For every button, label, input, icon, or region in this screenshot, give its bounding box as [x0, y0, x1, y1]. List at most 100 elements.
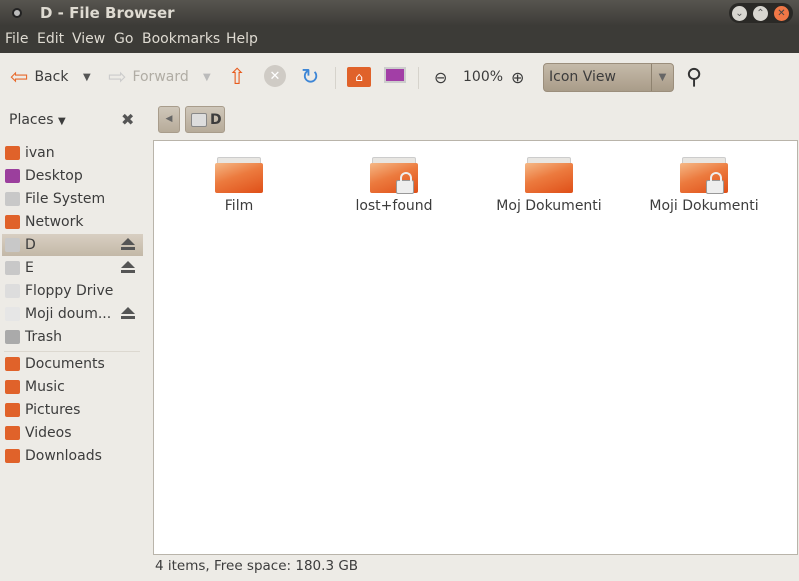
- forward-button[interactable]: ⇨ Forward: [108, 64, 189, 90]
- up-icon[interactable]: ⇧: [228, 65, 246, 90]
- sidebar-item[interactable]: File System: [2, 188, 143, 210]
- sidebar-item[interactable]: Desktop: [2, 165, 143, 187]
- view-mode-value: Icon View: [549, 69, 616, 85]
- menu-file[interactable]: File: [5, 31, 28, 47]
- places-dropdown[interactable]: Places ▼: [9, 112, 66, 128]
- eject-icon[interactable]: [121, 238, 135, 251]
- menu-view[interactable]: View: [72, 31, 105, 47]
- folder-name: lost+found: [355, 198, 433, 214]
- zoom-out-icon[interactable]: ⊖: [434, 65, 447, 89]
- folder-name: Moj Dokumenti: [496, 198, 602, 214]
- back-label: Back: [34, 69, 69, 85]
- place-icon: [5, 261, 20, 275]
- sidebar-item[interactable]: Videos: [2, 422, 143, 444]
- path-button-d[interactable]: D: [185, 106, 225, 133]
- path-scroll-left-button[interactable]: ◀: [158, 106, 180, 133]
- folder-item[interactable]: Moji Dokumenti: [634, 155, 774, 214]
- place-icon: [5, 146, 20, 160]
- place-icon: [5, 357, 20, 371]
- eject-icon[interactable]: [121, 261, 135, 274]
- sidebar-item-label: E: [25, 260, 34, 276]
- places-sidebar: ivan Desktop File System Network D E Floppy Dr…: [0, 140, 147, 555]
- folder-name: Film: [224, 198, 254, 214]
- menu-help[interactable]: Help: [226, 31, 258, 47]
- places-label: Places: [9, 112, 54, 128]
- forward-history-dropdown[interactable]: ▼: [203, 65, 211, 89]
- status-bar: 4 items, Free space: 180.3 GB: [155, 558, 359, 574]
- place-icon: [5, 403, 20, 417]
- eject-icon[interactable]: [121, 307, 135, 320]
- sidebar-item-label: Desktop: [25, 168, 83, 184]
- minimize-button[interactable]: ⌄: [732, 6, 747, 21]
- forward-arrow-icon: ⇨: [108, 64, 127, 90]
- drive-icon: [191, 112, 207, 127]
- folder-icon: [680, 155, 728, 195]
- menu-bookmarks[interactable]: Bookmarks: [142, 31, 220, 47]
- back-button[interactable]: ⇦ Back: [10, 64, 69, 90]
- menu-bar: File Edit View Go Bookmarks Help: [0, 26, 799, 53]
- sidebar-item-label: Documents: [25, 356, 105, 372]
- place-icon: [5, 284, 20, 298]
- place-icon: [5, 380, 20, 394]
- path-label: D: [210, 111, 222, 128]
- sidebar-item-label: ivan: [25, 145, 55, 161]
- toolbar: ⇦ Back ▼ ⇨ Forward ▼ ⇧ ✕ ↻ ⌂ ⊖ 100% ⊕ Ic…: [0, 53, 799, 101]
- lock-icon: [706, 172, 724, 194]
- folder-icon: [215, 155, 263, 195]
- forward-label: Forward: [132, 69, 189, 85]
- sidebar-item[interactable]: Music: [2, 376, 143, 398]
- sidebar-item-label: Videos: [25, 425, 72, 441]
- sidebar-item-label: Music: [25, 379, 65, 395]
- reload-icon[interactable]: ↻: [301, 65, 319, 90]
- sidebar-item[interactable]: Network: [2, 211, 143, 233]
- sidebar-item[interactable]: E: [2, 257, 143, 279]
- computer-icon[interactable]: [384, 67, 406, 83]
- stop-icon[interactable]: ✕: [264, 65, 286, 87]
- lock-icon: [396, 172, 414, 194]
- menu-go[interactable]: Go: [114, 31, 133, 47]
- place-icon: [5, 215, 20, 229]
- view-mode-select[interactable]: Icon View ▼: [543, 63, 674, 92]
- sidebar-item[interactable]: Floppy Drive: [2, 280, 143, 302]
- search-icon[interactable]: ⚲: [686, 65, 702, 90]
- sidebar-item-label: Pictures: [25, 402, 81, 418]
- sidebar-item[interactable]: D: [2, 234, 143, 256]
- sidebar-item[interactable]: Downloads: [2, 445, 143, 467]
- place-icon: [5, 307, 20, 321]
- home-icon[interactable]: ⌂: [347, 67, 371, 87]
- sidebar-item-label: Moji doum...: [25, 306, 112, 322]
- place-icon: [5, 449, 20, 463]
- back-history-dropdown[interactable]: ▼: [83, 65, 91, 89]
- sidebar-item[interactable]: ivan: [2, 142, 143, 164]
- folder-item[interactable]: lost+found: [324, 155, 464, 214]
- sidebar-item-label: File System: [25, 191, 106, 207]
- folder-icon: [525, 155, 573, 195]
- window-title: D - File Browser: [40, 4, 175, 22]
- place-icon: [5, 238, 20, 252]
- place-icon: [5, 169, 20, 183]
- place-icon: [5, 192, 20, 206]
- zoom-level: 100%: [463, 69, 504, 85]
- back-arrow-icon: ⇦: [10, 64, 29, 90]
- file-view[interactable]: Film lost+found Moj Dokumenti Moji Dokument…: [153, 140, 798, 555]
- sidebar-item[interactable]: Documents: [2, 353, 143, 375]
- sidebar-item-label: Downloads: [25, 448, 102, 464]
- place-icon: [5, 330, 20, 344]
- window-menu-icon[interactable]: [12, 8, 22, 18]
- sidebar-item[interactable]: Pictures: [2, 399, 143, 421]
- menu-edit[interactable]: Edit: [37, 31, 64, 47]
- sidebar-item[interactable]: Moji doum...: [2, 303, 143, 325]
- location-bar: Places ▼ ✖ ◀ D: [0, 101, 799, 139]
- folder-item[interactable]: Moj Dokumenti: [479, 155, 619, 214]
- sidebar-divider: [4, 351, 140, 352]
- sidebar-item[interactable]: Trash: [2, 326, 143, 348]
- folder-item[interactable]: Film: [169, 155, 309, 214]
- close-sidebar-icon[interactable]: ✖: [121, 110, 134, 129]
- close-button[interactable]: ✕: [774, 6, 789, 21]
- place-icon: [5, 426, 20, 440]
- zoom-in-icon[interactable]: ⊕: [511, 65, 524, 89]
- title-bar: D - File Browser ⌄ ⌃ ✕: [0, 0, 799, 26]
- window-controls: ⌄ ⌃ ✕: [729, 3, 793, 23]
- maximize-button[interactable]: ⌃: [753, 6, 768, 21]
- folder-icon: [370, 155, 418, 195]
